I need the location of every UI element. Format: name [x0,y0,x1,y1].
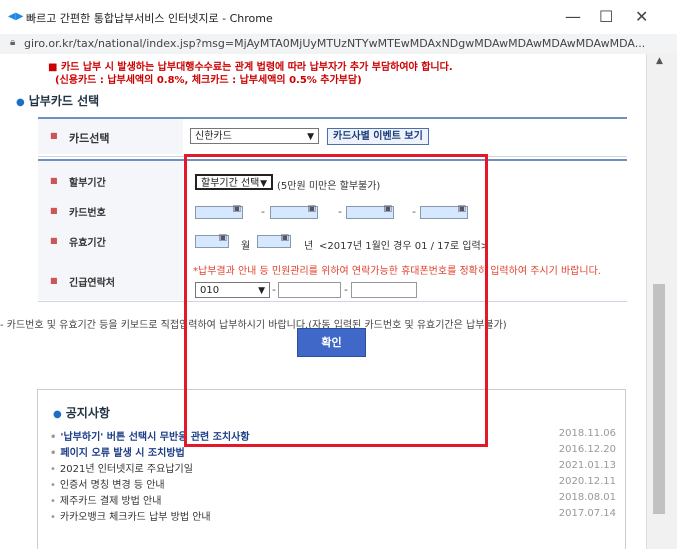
fee-notice-line2: (신용카드 : 납부세액의 0.8%, 체크카드 : 납부세액의 0.5% 추가… [55,75,362,86]
card-select-label-cell: ■ 카드선택 [38,119,183,154]
row-bullet-icon: ■ [50,176,58,185]
notice-item-title[interactable]: • 인증서 명칭 변경 등 안내 [50,476,165,491]
notice-item[interactable]: • 페이지 오류 발생 시 조치방법 2016.12.20 [50,444,616,459]
card-number-input-1[interactable] [195,204,243,219]
notice-item-date: 2021.01.13 [558,460,616,471]
card-number-input-2[interactable] [270,204,318,219]
window-titlebar: ◀▶ 빠르고 간편한 통합납부서비스 인터넷지로 - Chrome — ☐ ✕ [0,0,677,34]
chevron-down-icon: ▼ [307,132,314,142]
maximize-button[interactable]: ☐ [599,7,613,26]
manual-input-help: - 카드번호 및 유효기간 등을 키보드로 직접입력하여 납부하시기 바랍니다.… [0,320,507,331]
notice-item-text[interactable]: 인증서 명칭 변경 등 안내 [60,480,165,491]
url-text[interactable]: giro.or.kr/tax/national/index.jsp?msg=Mj… [24,37,674,50]
scrollbar[interactable]: ▲ [646,54,677,549]
row-bullet-icon: ■ [50,206,58,215]
card-company-select[interactable]: 신한카드 ▼ [190,128,319,144]
card-number-dash: - [412,205,416,218]
bullet-icon: • [50,432,57,443]
chevron-down-icon: ▼ [258,286,265,296]
expiry-year-label: 년 [304,241,314,252]
phone-last-input[interactable] [351,282,417,298]
notice-item[interactable]: • 제주카드 결제 방법 안내 2018.08.01 [50,492,616,507]
section-bullet-icon: ● [16,97,25,108]
phone-note: *납부결과 안내 등 민원관리를 위하여 연락가능한 휴대폰번호를 정확히 입력… [193,266,601,277]
notice-item[interactable]: • 카카오뱅크 체크카드 납부 방법 안내 2017.07.14 [50,508,616,523]
notice-item[interactable]: • 인증서 명칭 변경 등 안내 2020.12.11 [50,476,616,491]
expiry-note: <2017년 1월인 경우 01 / 17로 입력> [319,241,490,252]
payment-form-table: ■ 할부기간 할부기간 선택 ▼ (5만원 미만은 할부불가) ■ 카드번호 -… [38,159,627,302]
notice-item-date: 2017.07.14 [558,508,616,519]
card-event-button[interactable]: 카드사별 이벤트 보기 [327,128,429,145]
notice-item-text[interactable]: 2021년 인터넷지로 주요납기일 [60,464,193,475]
card-number-input-3[interactable] [346,204,394,219]
notice-item-text[interactable]: 제주카드 결제 방법 안내 [60,496,162,507]
expiry-label: 유효기간 [69,238,106,249]
expiry-year-input[interactable] [257,233,291,248]
notice-item-date: 2016.12.20 [558,444,616,455]
installment-label: 할부기간 [69,178,106,189]
notice-item-text[interactable]: 페이지 오류 발생 시 조치방법 [60,448,184,459]
card-company-value: 신한카드 [195,131,232,142]
notice-item[interactable]: • 2021년 인터넷지로 주요납기일 2021.01.13 [50,460,616,475]
notice-item-title[interactable]: • 페이지 오류 발생 시 조치방법 [50,444,185,459]
page-content: ■ 카드 납부 시 발생하는 납부대행수수료는 관계 법령에 따라 납부자가 추… [0,54,646,549]
lock-icon: 🔒︎ [10,37,16,48]
notice-item-date: 2018.08.01 [558,492,616,503]
window-title: 빠르고 간편한 통합납부서비스 인터넷지로 - Chrome [26,12,273,25]
giro-logo-icon: ◀▶ [8,11,24,22]
notice-section-title: ● 공지사항 [53,406,110,420]
notice-item-title[interactable]: • 2021년 인터넷지로 주요납기일 [50,460,193,475]
notice-item-title[interactable]: • 제주카드 결제 방법 안내 [50,492,161,507]
bullet-icon: • [50,512,56,523]
notice-item-date: 2020.12.11 [558,476,616,487]
notice-item-title[interactable]: • 카카오뱅크 체크카드 납부 방법 안내 [50,508,211,523]
card-select-table: ■ 카드선택 신한카드 ▼ 카드사별 이벤트 보기 [38,117,627,157]
installment-note: (5만원 미만은 할부불가) [277,181,381,192]
scroll-up-icon[interactable]: ▲ [656,56,663,66]
confirm-button[interactable]: 확인 [297,328,366,357]
card-number-label: 카드번호 [69,208,106,219]
section-bullet-icon: ● [53,409,62,420]
address-bar[interactable]: 🔒︎ giro.or.kr/tax/national/index.jsp?msg… [0,34,677,55]
phone-prefix-value: 010 [200,285,220,296]
minimize-button[interactable]: — [565,7,581,26]
section-card-select-title: ● 납부카드 선택 [16,94,100,108]
chevron-down-icon: ▼ [260,179,267,189]
scrollbar-thumb[interactable] [653,284,665,514]
card-select-label: 카드선택 [69,132,110,145]
notice-item-date: 2018.11.06 [558,428,616,439]
expiry-month-label: 월 [241,241,251,252]
notice-item[interactable]: • '납부하기' 버튼 선택시 무반응 관련 조치사항 2018.11.06 [50,428,616,443]
phone-prefix-select[interactable]: 010 ▼ [195,282,270,298]
row-bullet-icon: ■ [50,276,58,285]
bullet-icon: • [50,496,56,507]
phone-dash: - [344,283,348,296]
row-bullet-icon: ■ [50,131,58,140]
row-bullet-icon: ■ [50,236,58,245]
notice-item-text[interactable]: '납부하기' 버튼 선택시 무반응 관련 조치사항 [60,432,249,443]
card-number-dash: - [338,205,342,218]
notice-item-text[interactable]: 카카오뱅크 체크카드 납부 방법 안내 [60,512,211,523]
installment-value: 할부기간 선택 [201,178,260,189]
expiry-month-input[interactable] [195,233,229,248]
notice-item-title[interactable]: • '납부하기' 버튼 선택시 무반응 관련 조치사항 [50,428,250,443]
card-number-input-4[interactable] [420,204,468,219]
phone-middle-input[interactable] [278,282,341,298]
bullet-icon: • [50,480,56,491]
installment-select[interactable]: 할부기간 선택 ▼ [195,174,273,190]
phone-dash: - [272,283,276,296]
bullet-icon: • [50,448,57,459]
phone-label: 긴급연락처 [69,278,115,289]
bullet-icon: • [50,464,56,475]
close-button[interactable]: ✕ [635,7,648,26]
card-number-dash: - [261,205,265,218]
